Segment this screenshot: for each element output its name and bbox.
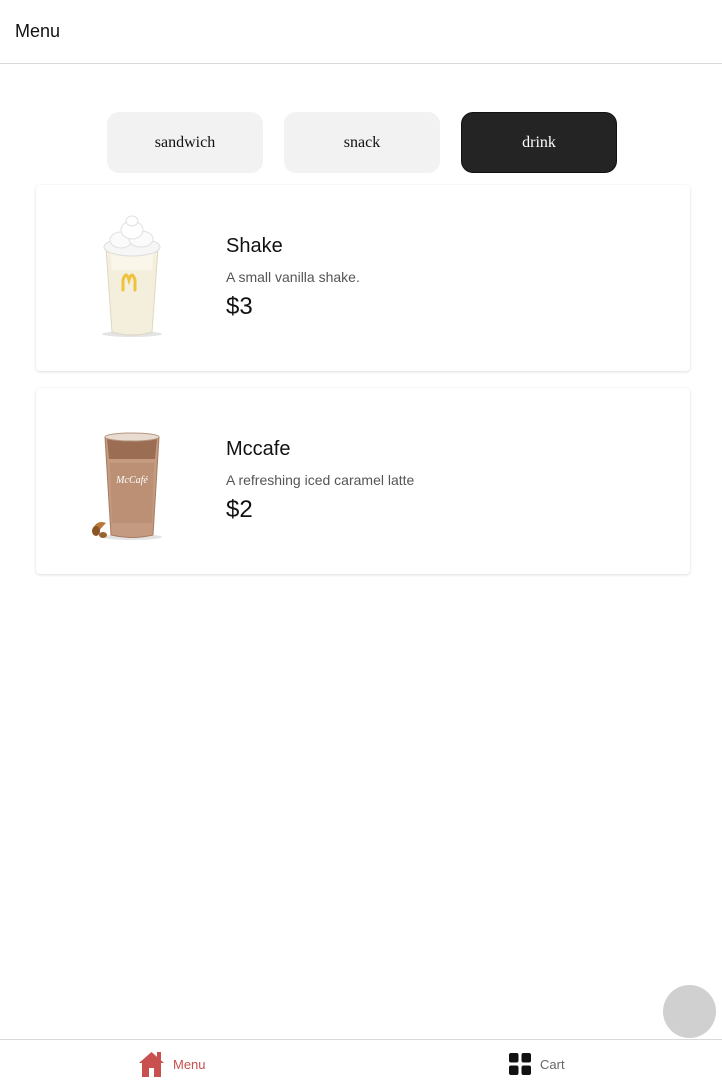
item-description: A refreshing iced caramel latte <box>226 472 415 488</box>
bottom-nav: Menu Cart <box>0 1039 722 1088</box>
item-price: $3 <box>226 293 253 320</box>
floating-action-button[interactable] <box>663 985 716 1038</box>
nav-label-menu: Menu <box>173 1056 206 1072</box>
nav-label-cart: Cart <box>540 1056 565 1072</box>
iced-caramel-latte-image: McCafé <box>92 432 162 540</box>
cup-label: McCafé <box>115 475 148 486</box>
tab-snack[interactable]: snack <box>284 112 440 173</box>
nav-item-menu[interactable]: Menu <box>139 1040 206 1088</box>
grid-icon <box>509 1053 531 1075</box>
item-description: A small vanilla shake. <box>226 269 360 285</box>
menu-item-card-shake[interactable]: Shake A small vanilla shake. $3 <box>36 185 690 371</box>
app-header: Menu <box>0 0 722 64</box>
page-title: Menu <box>15 21 61 41</box>
vanilla-shake-image <box>102 215 162 337</box>
menu-item-card-mccafe[interactable]: McCafé Mccafe A refreshing iced caramel … <box>36 388 690 574</box>
item-price: $2 <box>226 496 253 523</box>
item-name: Mccafe <box>226 438 291 460</box>
nav-item-cart[interactable]: Cart <box>509 1040 565 1088</box>
tab-drink[interactable]: drink <box>461 112 617 173</box>
item-name: Shake <box>226 235 283 257</box>
tab-sandwich[interactable]: sandwich <box>107 112 263 173</box>
home-icon <box>139 1052 164 1077</box>
